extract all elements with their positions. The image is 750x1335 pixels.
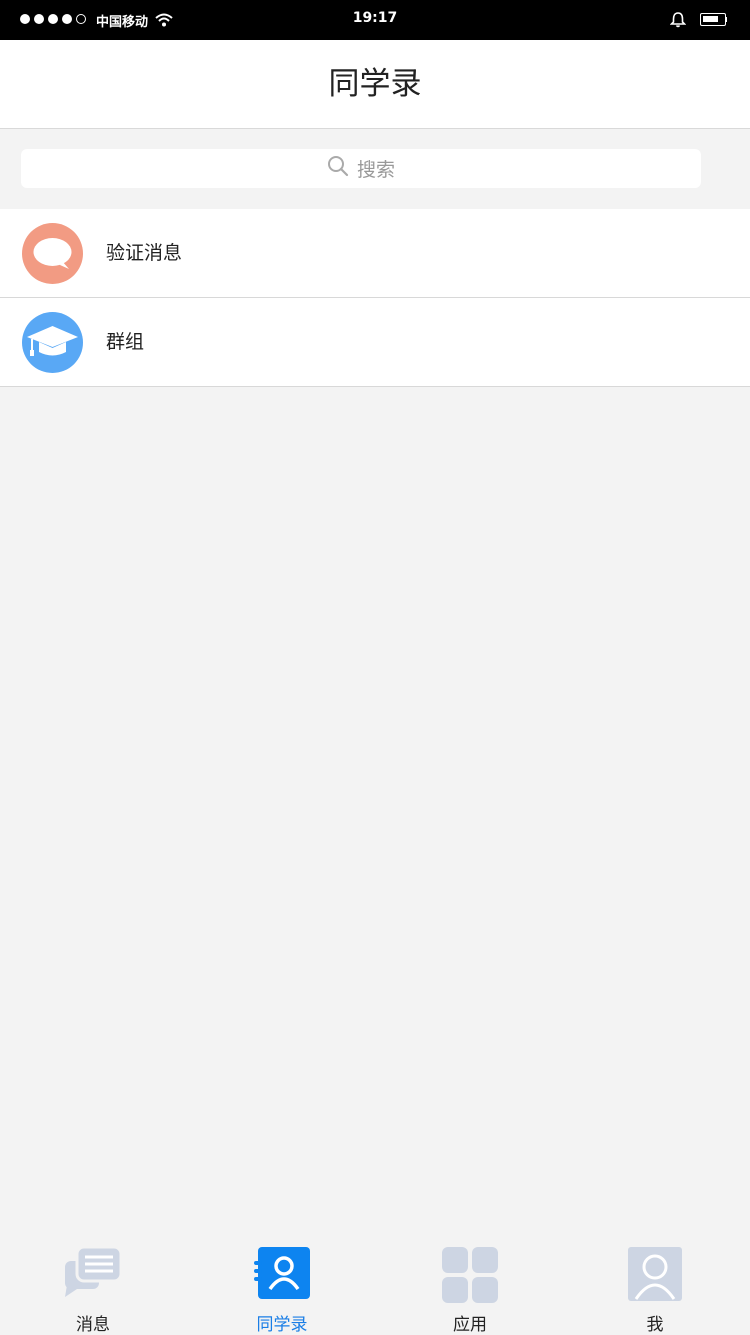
status-time: 19:17 [352, 10, 398, 26]
tab-label: 应用 [453, 1315, 487, 1335]
tab-label: 消息 [76, 1315, 110, 1335]
contacts-book-icon [252, 1245, 312, 1305]
tab-apps[interactable]: 应用 [410, 1240, 530, 1335]
list-item-verification-messages[interactable]: 验证消息 [0, 209, 750, 298]
search-icon [327, 155, 349, 182]
list-item-groups[interactable]: 群组 [0, 298, 750, 387]
tab-bar: 消息 同学录 应用 我 [0, 1240, 750, 1335]
profile-icon [626, 1245, 684, 1307]
tab-messages[interactable]: 消息 [33, 1240, 153, 1335]
graduation-cap-icon [22, 312, 83, 373]
search-placeholder: 搜索 [356, 159, 395, 181]
navigation-bar: 同学录 [0, 40, 750, 129]
tab-label: 同学录 [256, 1315, 308, 1335]
messages-icon [63, 1245, 123, 1305]
battery-icon [700, 13, 727, 26]
tab-label: 我 [646, 1315, 664, 1335]
page-title: 同学录 [328, 66, 422, 102]
alarm-bell-icon [669, 11, 687, 32]
contacts-list: 验证消息 群组 [0, 209, 750, 387]
search-input[interactable]: 搜索 [21, 149, 701, 188]
chat-bubble-icon [22, 223, 83, 284]
tab-contacts[interactable]: 同学录 [222, 1240, 342, 1335]
status-bar: 中国移动 19:17 [0, 0, 750, 40]
list-item-label: 群组 [106, 331, 145, 353]
apps-grid-icon [440, 1245, 500, 1309]
search-area: 搜索 [0, 129, 750, 209]
tab-me[interactable]: 我 [595, 1240, 715, 1335]
list-item-label: 验证消息 [106, 242, 183, 264]
